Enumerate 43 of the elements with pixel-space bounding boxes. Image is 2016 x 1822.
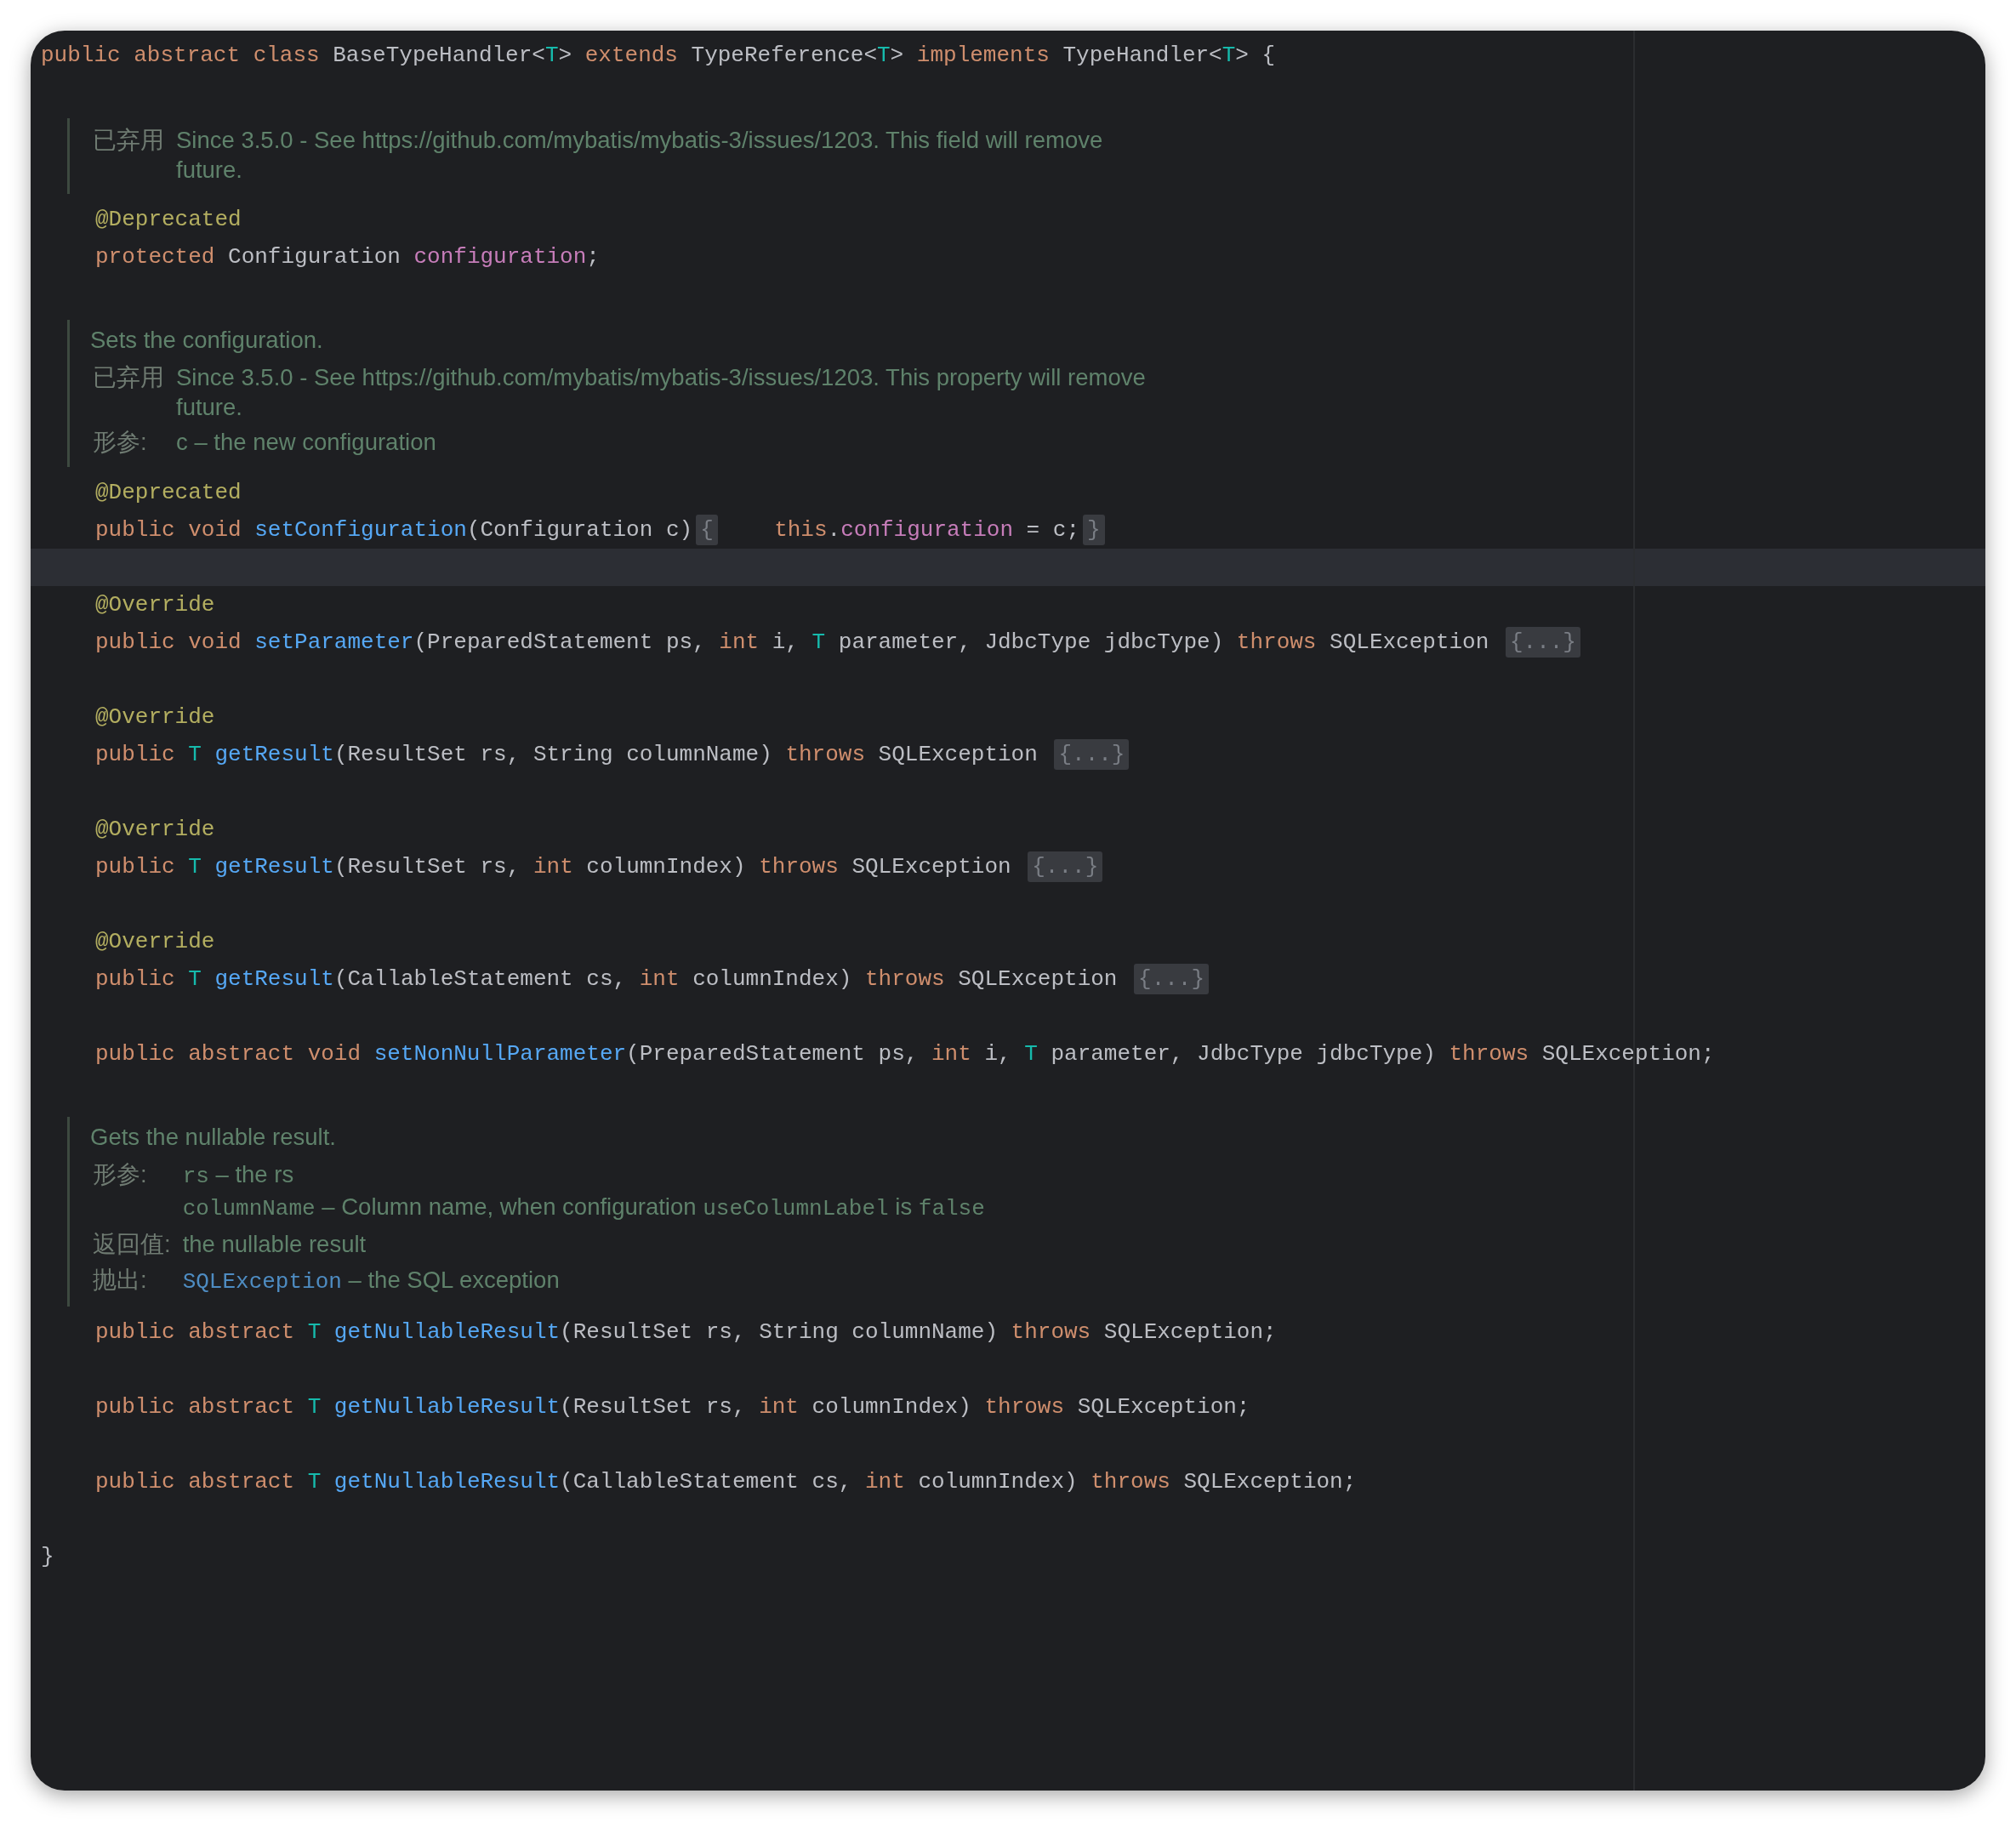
folded-code-marker[interactable]: {...} xyxy=(1134,964,1210,994)
code-text: public T getResult(CallableStatement cs, int columnIndex) throws SQLException xyxy=(95,965,1119,994)
folded-code-marker[interactable]: {...} xyxy=(1505,627,1580,658)
exception-link[interactable]: SQLException xyxy=(182,1269,342,1295)
code-text: @Override xyxy=(95,703,215,732)
code-text: @Override xyxy=(95,928,215,956)
code-text: @Override xyxy=(95,816,215,844)
code-text: } xyxy=(41,1543,54,1571)
doc-text: future. xyxy=(176,156,243,185)
doc-tag-label: 形参: xyxy=(92,1160,148,1189)
code-text: @Override xyxy=(95,591,215,619)
doc-text: columnName – Column name, when configuration useColumnLabel is false xyxy=(182,1193,986,1223)
folded-code-marker[interactable]: {...} xyxy=(1054,739,1130,770)
doc-text: c – the new configuration xyxy=(176,428,437,457)
code-text: public void setParameter(PreparedStatement ps, int i, T parameter, JdbcType jdbcType) throws SQLException xyxy=(95,629,1490,657)
doc-tag-label: 返回值: xyxy=(92,1230,171,1259)
folded-code-marker[interactable]: } xyxy=(1083,515,1105,545)
doc-text: rs – the rs xyxy=(182,1160,295,1191)
code-text: @Deprecated xyxy=(95,206,242,234)
doc-tag-label: 已弃用 xyxy=(92,126,164,155)
doc-text: Since 3.5.0 - See https://github.com/mybatis/mybatis-3/issues/1203. This property will remove xyxy=(176,363,1147,392)
code-text: protected Configuration configuration; xyxy=(95,243,600,271)
doc-tag-label: 已弃用 xyxy=(92,363,164,392)
code-text: public T getResult(ResultSet rs, String columnName) throws SQLException xyxy=(95,741,1039,769)
doc-description: Gets the nullable result. xyxy=(90,1123,337,1152)
doc-tag-label: 抛出: xyxy=(92,1266,148,1295)
code-text: public abstract void setNonNullParameter(PreparedStatement ps, int i, T parameter, JdbcType jdbcType) throws SQLException; xyxy=(95,1040,1715,1068)
code-text: public T getResult(ResultSet rs, int columnIndex) throws SQLException xyxy=(95,853,1012,881)
doc-text: the nullable result xyxy=(182,1230,367,1259)
folded-code-marker[interactable]: {...} xyxy=(1028,851,1103,882)
code-text: public abstract T getNullableResult(CallableStatement cs, int columnIndex) throws SQLException; xyxy=(95,1468,1357,1496)
doc-text: SQLException – the SQL exception xyxy=(182,1266,561,1296)
doc-text: future. xyxy=(176,393,243,422)
doc-tag-label: 形参: xyxy=(92,428,148,457)
code-text: public abstract T getNullableResult(ResultSet rs, int columnIndex) throws SQLException; xyxy=(95,1393,1250,1421)
doc-text: Since 3.5.0 - See https://github.com/mybatis/mybatis-3/issues/1203. This field will remove xyxy=(176,126,1104,155)
code-text: public void setConfiguration(Configuration c) xyxy=(95,516,693,544)
doc-description: Sets the configuration. xyxy=(90,326,324,355)
folded-code-marker[interactable]: { xyxy=(696,515,718,545)
code-text: @Deprecated xyxy=(95,479,242,507)
code-text: public abstract T getNullableResult(ResultSet rs, String columnName) throws SQLException; xyxy=(95,1318,1277,1347)
code-text: this.configuration = c; xyxy=(773,516,1080,544)
code-text: public abstract class BaseTypeHandler<T> extends TypeReference<T> implements TypeHandler<T> { xyxy=(41,42,1276,70)
